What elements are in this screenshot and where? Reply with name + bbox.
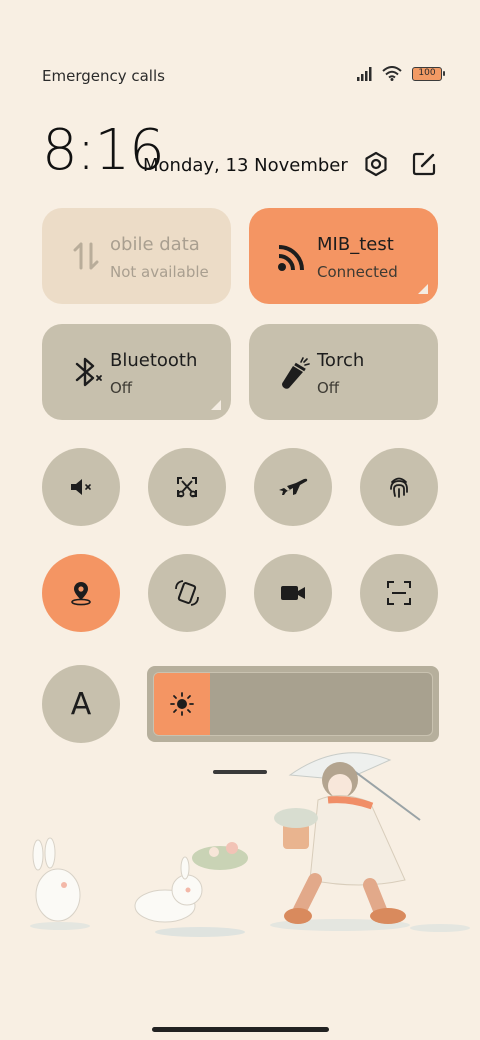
tile-expand-corner bbox=[418, 284, 428, 294]
brightness-fill[interactable] bbox=[154, 673, 210, 735]
brightness-slider[interactable] bbox=[147, 666, 439, 742]
tile-expand-corner bbox=[211, 400, 221, 410]
airplane-toggle[interactable] bbox=[254, 448, 332, 526]
video-record-icon bbox=[281, 586, 305, 600]
video-record-toggle[interactable] bbox=[254, 554, 332, 632]
mobile-data-title: obile data bbox=[110, 234, 200, 255]
wallpaper-illustration bbox=[30, 752, 470, 937]
status-carrier-text: Emergency calls o bbox=[42, 67, 166, 85]
bluetooth-tile[interactable]: Bluetooth Off bbox=[42, 324, 231, 420]
gesture-nav-bar[interactable] bbox=[152, 1027, 329, 1032]
wifi-tile[interactable]: MIB_test Connected bbox=[249, 208, 438, 304]
mobile-data-subtitle: Not available bbox=[110, 263, 209, 281]
wifi-icon bbox=[382, 66, 402, 81]
battery-icon: 100 bbox=[412, 66, 445, 81]
scanner-icon bbox=[387, 581, 411, 605]
font-size-label: A bbox=[70, 686, 92, 722]
scanner-toggle[interactable] bbox=[360, 554, 438, 632]
screenshot-icon bbox=[177, 477, 197, 498]
edit-icon[interactable] bbox=[410, 150, 438, 178]
auto-rotate-icon bbox=[175, 580, 199, 606]
airplane-icon bbox=[279, 478, 308, 495]
mobile-data-icon bbox=[73, 242, 99, 270]
wifi-tile-title: MIB_test bbox=[317, 234, 394, 255]
settings-icon[interactable] bbox=[362, 150, 390, 178]
auto-rotate-toggle[interactable] bbox=[148, 554, 226, 632]
location-icon bbox=[71, 582, 91, 606]
mobile-data-tile[interactable]: obile data Not available bbox=[42, 208, 231, 304]
status-icons: 100 bbox=[356, 66, 445, 81]
brightness-track[interactable] bbox=[153, 672, 433, 736]
torch-icon bbox=[282, 357, 310, 389]
torch-title: Torch bbox=[317, 350, 365, 371]
wifi-tile-icon bbox=[278, 245, 304, 271]
bluetooth-title: Bluetooth bbox=[110, 350, 198, 371]
date-text: Monday, 13 November bbox=[143, 155, 348, 176]
torch-subtitle: Off bbox=[317, 379, 340, 397]
signal-icon bbox=[357, 66, 372, 81]
font-size-button[interactable]: A bbox=[42, 665, 120, 743]
bluetooth-icon bbox=[75, 357, 102, 387]
fingerprint-icon bbox=[390, 477, 408, 498]
bluetooth-subtitle: Off bbox=[110, 379, 133, 397]
location-toggle[interactable] bbox=[42, 554, 120, 632]
screenshot-toggle[interactable] bbox=[148, 448, 226, 526]
mute-icon bbox=[71, 479, 91, 495]
torch-tile[interactable]: Torch Off bbox=[249, 324, 438, 420]
brightness-icon bbox=[170, 692, 194, 716]
mute-toggle[interactable] bbox=[42, 448, 120, 526]
fingerprint-toggle[interactable] bbox=[360, 448, 438, 526]
wifi-tile-subtitle: Connected bbox=[317, 263, 398, 281]
